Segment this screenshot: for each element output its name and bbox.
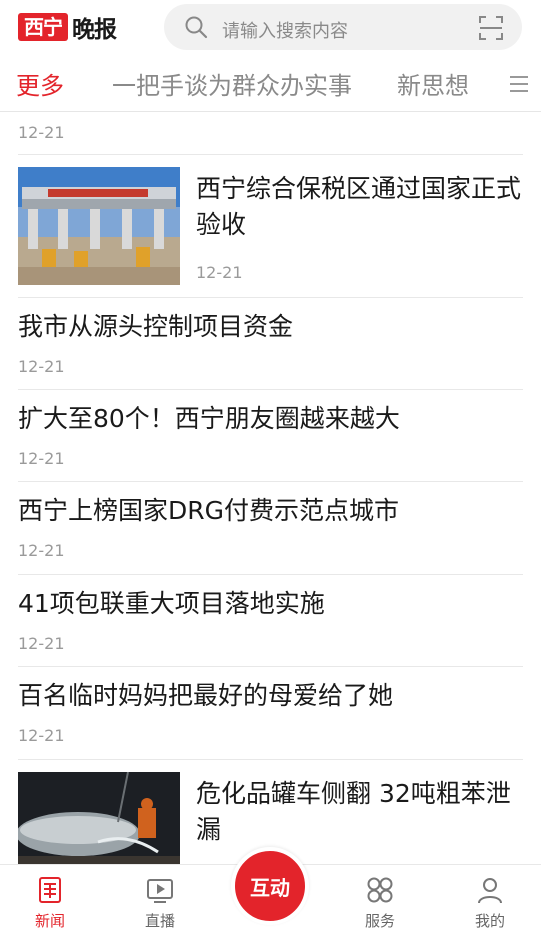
user-icon <box>478 878 502 904</box>
news-thumbnail <box>18 772 180 864</box>
search-input[interactable]: 请输入搜索内容 <box>222 17 348 43</box>
bottom-nav: 新闻 直播 互动 服务 我的 <box>0 847 541 932</box>
logo-box: 西宁 <box>18 13 68 41</box>
news-title: 我市从源头控制项目资金 <box>18 312 294 341</box>
tab-more[interactable]: 更多 <box>16 66 64 101</box>
item-date: 12-21 <box>18 449 65 468</box>
nav-me[interactable]: 我的 <box>460 875 520 931</box>
item-date: 12-21 <box>196 263 243 282</box>
nav-label: 直播 <box>144 912 175 930</box>
nav-label: 我的 <box>474 912 505 930</box>
channel-tabs: 更多 一把手谈为群众办实事 新思想 <box>0 58 541 112</box>
tab-new-thought[interactable]: 新思想 <box>397 66 469 101</box>
news-title: 百名临时妈妈把最好的母爱给了她 <box>18 681 394 710</box>
nav-live[interactable]: 直播 <box>130 875 190 931</box>
item-date: 12-21 <box>18 541 65 560</box>
news-title: 41项包联重大项目落地实施 <box>18 589 325 618</box>
grid-services-icon <box>367 877 393 903</box>
divider <box>18 574 523 575</box>
interact-label: 互动 <box>250 875 290 900</box>
news-feed[interactable]: 12-21 西宁综合保税区通过国家正式验收 12-21 我市从源头控制项目资金 … <box>0 112 541 864</box>
divider <box>18 759 523 760</box>
item-date: 12-21 <box>18 634 65 653</box>
nav-news[interactable]: 新闻 <box>20 875 80 931</box>
divider <box>18 666 523 667</box>
video-play-icon <box>147 879 173 903</box>
logo-text: 晚报 <box>72 17 117 43</box>
item-date: 12-21 <box>18 726 65 745</box>
divider <box>18 389 523 390</box>
news-title: 西宁上榜国家DRG付费示范点城市 <box>18 496 399 525</box>
search-bar[interactable]: 请输入搜索内容 <box>164 4 522 50</box>
scan-icon[interactable] <box>478 15 504 41</box>
interact-button[interactable]: 互动 <box>231 847 309 925</box>
news-item[interactable]: 扩大至80个！西宁朋友圈越来越大 12-21 <box>18 401 523 468</box>
menu-icon[interactable] <box>508 74 530 94</box>
app-logo[interactable]: 西宁 晚报 <box>18 12 117 43</box>
news-title: 西宁综合保税区通过国家正式验收 <box>196 174 522 239</box>
app-header: 西宁 晚报 请输入搜索内容 <box>0 0 541 56</box>
news-item[interactable]: 西宁上榜国家DRG付费示范点城市 12-21 <box>18 493 523 560</box>
search-icon <box>185 16 208 39</box>
nav-services[interactable]: 服务 <box>350 875 410 931</box>
item-date: 12-21 <box>18 123 65 142</box>
news-title: 扩大至80个！西宁朋友圈越来越大 <box>18 404 400 433</box>
news-title: 危化品罐车侧翻 32吨粗苯泄漏 <box>196 779 511 844</box>
nav-label: 服务 <box>364 912 395 930</box>
news-item[interactable]: 41项包联重大项目落地实施 12-21 <box>18 586 523 653</box>
divider <box>18 297 523 298</box>
nav-label: 新闻 <box>34 912 65 930</box>
news-item[interactable]: 西宁综合保税区通过国家正式验收 12-21 <box>18 167 523 285</box>
tab-leaders-talk[interactable]: 一把手谈为群众办实事 <box>112 66 352 101</box>
divider <box>18 481 523 482</box>
item-date: 12-21 <box>18 357 65 376</box>
news-thumbnail <box>18 167 180 285</box>
divider <box>18 154 523 155</box>
news-item[interactable]: 百名临时妈妈把最好的母爱给了她 12-21 <box>18 678 523 745</box>
news-item[interactable]: 我市从源头控制项目资金 12-21 <box>18 309 523 376</box>
newspaper-icon <box>39 877 61 903</box>
